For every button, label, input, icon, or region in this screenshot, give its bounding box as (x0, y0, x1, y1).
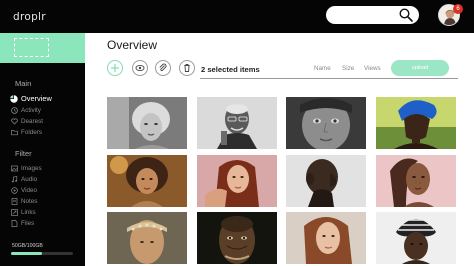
sidebar-item-label: Activity (21, 107, 41, 114)
sidebar-item-overview[interactable]: Overview (10, 94, 52, 103)
note-icon (10, 198, 18, 206)
sidebar-item-links[interactable]: Links (10, 208, 36, 217)
photo-tile[interactable] (107, 97, 187, 149)
photo-tile[interactable] (376, 97, 456, 149)
sidebar-item-files[interactable]: Files (10, 219, 34, 228)
drop-target-outline[interactable] (14, 38, 49, 57)
photo-grid (107, 97, 456, 266)
sort-by-views[interactable]: Views (364, 65, 381, 72)
paperclip-icon (159, 63, 167, 72)
sidebar-item-dearest[interactable]: Dearest (10, 117, 43, 126)
photo-tile[interactable] (286, 155, 366, 207)
file-icon (10, 220, 18, 228)
notification-badge[interactable]: 6 (453, 4, 463, 14)
sidebar-heading-main: Main (15, 79, 32, 88)
link-icon (10, 209, 18, 217)
sidebar-heading-filter: Filter (15, 149, 32, 158)
share-button[interactable] (132, 60, 148, 76)
portrait-image (107, 97, 187, 149)
image-icon (10, 165, 18, 173)
audio-icon (10, 176, 18, 184)
sidebar-item-audio[interactable]: Audio (10, 175, 37, 184)
photo-tile[interactable] (376, 155, 456, 207)
portrait-image (376, 212, 456, 264)
video-icon (10, 187, 18, 195)
add-button[interactable] (107, 60, 123, 76)
portrait-image (197, 97, 277, 149)
sidebar-item-label: Video (21, 187, 37, 194)
portrait-image (286, 155, 366, 207)
photo-tile[interactable] (376, 212, 456, 264)
portrait-image (286, 97, 366, 149)
sidebar-item-video[interactable]: Video (10, 186, 37, 195)
pie-chart-icon (10, 94, 18, 103)
activity-icon (10, 107, 18, 115)
storage-progress-bar (11, 252, 73, 255)
sidebar-item-images[interactable]: Images (10, 164, 42, 173)
toolbar-divider (200, 78, 458, 79)
page-title: Overview (107, 38, 158, 52)
drop-zone[interactable] (0, 33, 85, 63)
sort-by-name[interactable]: Name (314, 65, 331, 72)
heart-icon (10, 118, 18, 126)
portrait-image (197, 155, 277, 207)
portrait-image (286, 212, 366, 264)
search-icon[interactable] (399, 8, 413, 22)
sidebar-item-label: Folders (21, 129, 42, 136)
sidebar-item-label: Notes (21, 198, 38, 205)
sidebar-item-notes[interactable]: Notes (10, 197, 37, 206)
portrait-image (107, 212, 187, 264)
delete-button[interactable] (179, 60, 195, 76)
upload-button[interactable]: upload (391, 60, 449, 76)
sort-by-size[interactable]: Size (342, 65, 354, 72)
sidebar-item-label: Audio (21, 176, 38, 183)
portrait-image (376, 155, 456, 207)
storage-progress-fill (11, 252, 42, 255)
photo-tile[interactable] (107, 155, 187, 207)
photo-tile[interactable] (286, 97, 366, 149)
photo-tile[interactable] (197, 212, 277, 264)
portrait-image (197, 212, 277, 264)
attach-button[interactable] (155, 60, 171, 76)
photo-tile[interactable] (197, 155, 277, 207)
sidebar-item-label: Files (21, 220, 35, 227)
folder-icon (10, 129, 18, 137)
sidebar-item-label: Dearest (21, 118, 44, 125)
portrait-image (107, 155, 187, 207)
eye-icon (135, 64, 145, 72)
plus-icon (111, 64, 119, 72)
sidebar-item-label: Images (21, 165, 42, 172)
trash-icon (184, 64, 190, 72)
sidebar: Main Overview Activity Dearest Folders F… (0, 33, 85, 266)
sidebar-item-label: Overview (21, 94, 52, 103)
photo-tile[interactable] (286, 212, 366, 264)
top-bar: droplr 6 (0, 0, 474, 33)
storage-usage-label: 50GB/100GB (12, 243, 43, 249)
selected-items-count: 2 selected items (201, 65, 260, 74)
search-input[interactable] (326, 6, 419, 24)
sidebar-item-label: Links (21, 209, 36, 216)
photo-tile[interactable] (197, 97, 277, 149)
sidebar-item-folders[interactable]: Folders (10, 128, 42, 137)
photo-tile[interactable] (107, 212, 187, 264)
sidebar-item-activity[interactable]: Activity (10, 106, 41, 115)
portrait-image (376, 97, 456, 149)
app-logo[interactable]: droplr (13, 11, 46, 23)
